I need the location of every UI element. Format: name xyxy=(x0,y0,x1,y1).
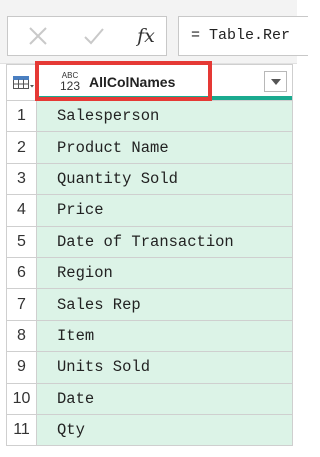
table-row[interactable]: 7 Sales Rep xyxy=(6,289,293,321)
column-quality-bar xyxy=(37,96,292,100)
data-grid: ABC 123 AllColNames 1 Salesperson 2 Product… xyxy=(6,61,293,451)
table-cell[interactable]: Sales Rep xyxy=(36,289,293,321)
table-icon xyxy=(13,76,34,89)
column-name: AllColNames xyxy=(89,74,176,90)
table-cell[interactable]: Qty xyxy=(36,414,293,447)
table-cell[interactable]: Region xyxy=(36,257,293,290)
row-number[interactable]: 5 xyxy=(6,226,36,258)
close-icon[interactable] xyxy=(16,17,60,55)
formula-bar: fx = Table.Rer xyxy=(0,0,308,64)
table-row[interactable]: 9 Units Sold xyxy=(6,352,293,384)
table-rows: 1 Salesperson 2 Product Name 3 Quantity Sold 4… xyxy=(6,101,293,447)
table-row[interactable]: 5 Date of Transaction xyxy=(6,226,293,258)
table-row[interactable]: 8 Item xyxy=(6,320,293,353)
table-cell[interactable]: Date of Transaction xyxy=(36,226,293,258)
table-row[interactable]: 2 Product Name xyxy=(6,132,293,164)
fx-button[interactable]: fx xyxy=(124,17,168,55)
table-row[interactable]: 1 Salesperson xyxy=(6,101,293,133)
row-number[interactable]: 2 xyxy=(6,132,36,164)
table-cell[interactable]: Quantity Sold xyxy=(36,163,293,196)
formula-buttons: fx xyxy=(7,16,167,56)
row-number[interactable]: 1 xyxy=(6,101,36,133)
table-row[interactable]: 3 Quantity Sold xyxy=(6,163,293,196)
row-number[interactable]: 8 xyxy=(6,320,36,353)
table-cell[interactable]: Salesperson xyxy=(36,101,293,133)
table-row[interactable]: 4 Price xyxy=(6,195,293,227)
any-type-icon[interactable]: ABC 123 xyxy=(57,71,83,95)
check-icon[interactable] xyxy=(72,17,116,55)
table-row[interactable]: 11 Qty xyxy=(6,414,293,447)
table-row[interactable]: 10 Date xyxy=(6,383,293,415)
table-menu-button[interactable] xyxy=(6,64,36,101)
table-cell[interactable]: Item xyxy=(36,320,293,353)
table-row[interactable]: 6 Region xyxy=(6,257,293,290)
row-number[interactable]: 6 xyxy=(6,257,36,290)
column-header-allcolnames[interactable]: ABC 123 AllColNames xyxy=(36,64,293,101)
table-cell[interactable]: Price xyxy=(36,195,293,227)
column-filter-dropdown[interactable] xyxy=(264,71,287,92)
row-number[interactable]: 7 xyxy=(6,289,36,321)
row-number[interactable]: 9 xyxy=(6,352,36,384)
table-cell[interactable]: Product Name xyxy=(36,132,293,164)
row-number[interactable]: 11 xyxy=(6,414,36,447)
chevron-down-icon xyxy=(270,78,281,85)
row-number[interactable]: 3 xyxy=(6,163,36,196)
table-cell[interactable]: Units Sold xyxy=(36,352,293,384)
row-number[interactable]: 10 xyxy=(6,383,36,415)
formula-input[interactable]: = Table.Rer xyxy=(178,16,308,56)
table-cell[interactable]: Date xyxy=(36,383,293,415)
row-number[interactable]: 4 xyxy=(6,195,36,227)
